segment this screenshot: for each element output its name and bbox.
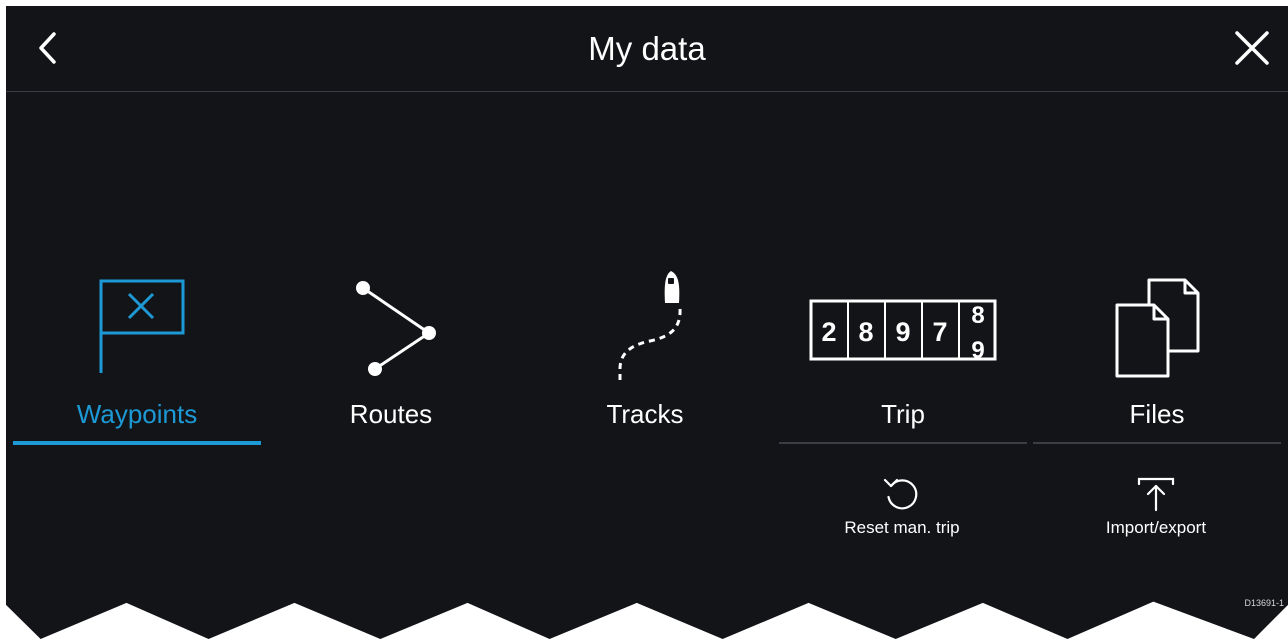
odometer-roll-bottom: 9 bbox=[971, 337, 984, 364]
reference-code: D13691-1 bbox=[1244, 598, 1284, 608]
tile-label: Waypoints bbox=[76, 399, 198, 429]
tile-label: Routes bbox=[349, 399, 433, 429]
waypoint-flag-icon bbox=[99, 279, 185, 373]
tile-waypoints[interactable]: Waypoints bbox=[13, 261, 261, 451]
tile-label: Files bbox=[1129, 399, 1185, 429]
odometer-digit: 7 bbox=[932, 317, 947, 347]
route-icon bbox=[356, 281, 436, 376]
action-label: Reset man. trip bbox=[844, 518, 960, 537]
action-label: Import/export bbox=[1105, 518, 1207, 537]
close-icon bbox=[1235, 31, 1269, 65]
active-underline bbox=[13, 441, 261, 445]
odometer-digit: 9 bbox=[895, 317, 910, 347]
tile-divider bbox=[779, 442, 1027, 444]
tile-divider bbox=[1033, 442, 1281, 444]
header-bar: My data bbox=[6, 6, 1288, 92]
my-data-screen: My data Waypoints Routes Tracks 2 8 9 7 … bbox=[6, 6, 1288, 639]
tile-trip[interactable]: 2 8 9 7 8 9 Trip bbox=[779, 261, 1027, 451]
tile-label: Tracks bbox=[606, 399, 684, 429]
trip-odometer-icon: 2 8 9 7 8 9 bbox=[809, 299, 997, 364]
odometer-roll-top: 8 bbox=[971, 302, 984, 329]
upload-icon bbox=[1137, 477, 1175, 512]
tile-label: Trip bbox=[881, 399, 925, 429]
page-title: My data bbox=[588, 30, 706, 67]
close-button[interactable] bbox=[1232, 28, 1272, 68]
odometer-digit: 2 bbox=[821, 317, 836, 347]
tile-routes[interactable]: Routes bbox=[267, 261, 515, 451]
reset-icon bbox=[883, 478, 918, 510]
tile-files[interactable]: Files bbox=[1033, 261, 1281, 451]
track-boat-icon bbox=[618, 271, 682, 383]
odometer-digit: 8 bbox=[858, 317, 873, 347]
reset-trip-button[interactable]: Reset man. trip bbox=[779, 474, 1025, 549]
import-export-button[interactable]: Import/export bbox=[1033, 474, 1279, 549]
files-icon bbox=[1115, 278, 1200, 378]
tile-tracks[interactable]: Tracks bbox=[521, 261, 769, 451]
